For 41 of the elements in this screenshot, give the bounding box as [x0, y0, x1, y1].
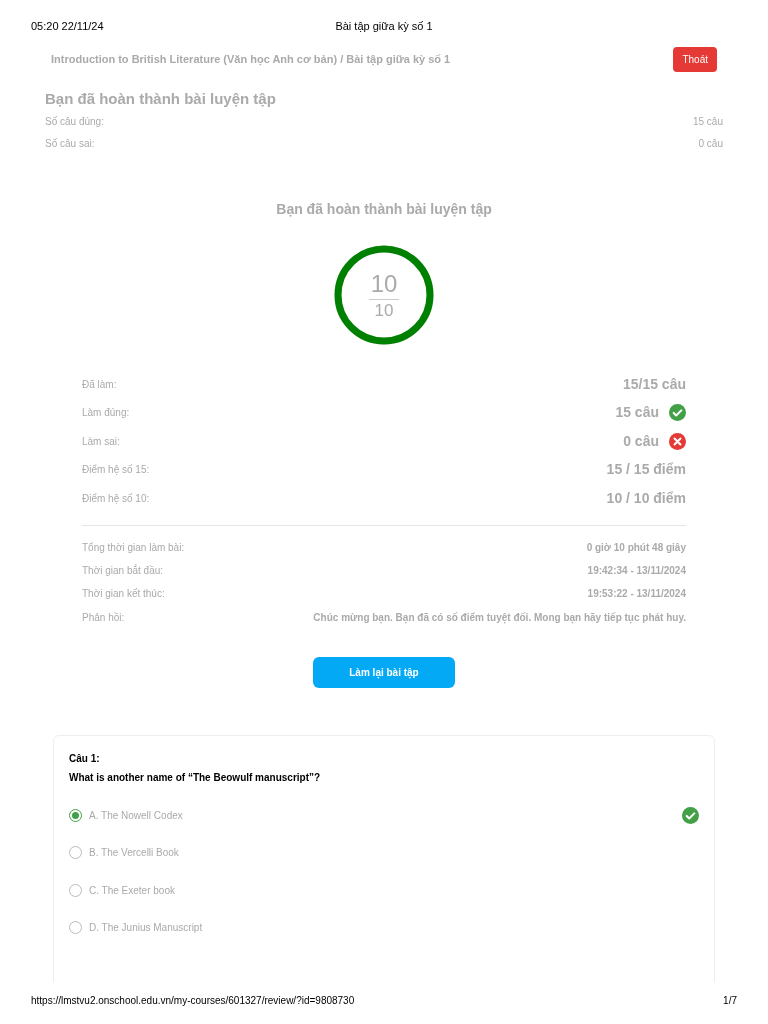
- option-label: D. The Junius Manuscript: [89, 921, 203, 936]
- summary-value: 0 câu: [698, 136, 723, 151]
- detail-label: Thời gian bắt đầu:: [82, 563, 164, 578]
- detail-label: Phản hồi:: [82, 610, 125, 625]
- print-datetime: 05:20 22/11/24: [31, 19, 104, 34]
- breadcrumb: Introduction to British Literature (Văn học Anh cơ bản) / Bài tập giữa kỳ số 1: [51, 51, 451, 68]
- print-title: Bài tập giữa kỳ số 1: [335, 19, 433, 34]
- detail-value: 19:42:34 - 13/11/2024: [587, 563, 686, 578]
- summary-label: Số câu đúng:: [45, 114, 104, 129]
- summary-label: Số câu sai:: [45, 136, 95, 151]
- detail-value: 0 giờ 10 phút 48 giây: [586, 540, 686, 555]
- stat-label: Điểm hệ số 15:: [82, 463, 150, 478]
- score-max: 10: [374, 301, 394, 320]
- stat-value: 0 câu: [623, 431, 659, 451]
- summary-heading: Bạn đã hoàn thành bài luyện tập: [45, 88, 277, 109]
- detail-label: Thời gian kết thúc:: [82, 587, 165, 602]
- question-number: Câu 1:: [69, 751, 101, 766]
- question-text: What is another name of “The Beowulf manuscript”?: [69, 770, 322, 785]
- stat-label: Làm đúng:: [82, 406, 130, 421]
- stat-value: 15 / 15 điểm: [606, 460, 686, 480]
- detail-label: Tổng thời gian làm bài:: [82, 540, 185, 555]
- stat-value: 10 / 10 điểm: [606, 488, 686, 508]
- page-number: 1/7: [723, 994, 737, 1008]
- option-label: A. The Nowell Codex: [89, 808, 183, 823]
- stat-label: Làm sai:: [82, 434, 120, 449]
- print-url: https://lmstvu2.onschool.edu.vn/my-courses/601327/review/?id=9808730: [31, 994, 355, 1008]
- stat-value: 15 câu: [615, 403, 659, 423]
- detail-value: 19:53:22 - 13/11/2024: [587, 587, 686, 602]
- stat-value: 15/15 câu: [622, 374, 686, 394]
- detail-value: Chúc mừng bạn. Bạn đã có số điểm tuyệt đối. Mong bạn hãy tiếp tục phát huy.: [313, 610, 686, 625]
- stat-label: Điểm hệ số 10:: [82, 491, 150, 506]
- cross-icon: [669, 432, 686, 450]
- result-title: Bạn đã hoàn thành bài luyện tập: [276, 200, 492, 219]
- summary-value: 15 câu: [692, 114, 723, 129]
- option-label: C. The Exeter book: [89, 883, 175, 898]
- option-label: B. The Vercelli Book: [89, 846, 179, 861]
- exit-button[interactable]: Thoát: [673, 46, 717, 72]
- retry-button[interactable]: Làm lại bài tập: [313, 656, 455, 688]
- stat-label: Đã làm:: [82, 377, 117, 392]
- score: 10: [370, 270, 398, 297]
- check-icon: [669, 404, 686, 422]
